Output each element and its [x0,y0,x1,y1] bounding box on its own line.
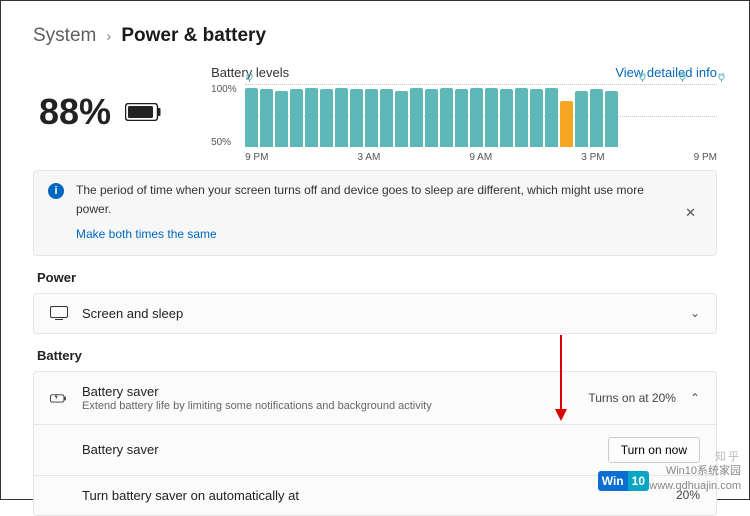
row-title: Battery saver [82,384,574,399]
chart-bar [590,89,603,147]
chart-bar [380,89,393,147]
chart-x-axis: 9 PM3 AM9 AM3 PM9 PM [245,148,717,163]
battery-icon [125,103,161,121]
chart-bar [500,89,513,147]
chart-bar [575,91,588,147]
chart-bar [395,91,408,147]
battery-saver-auto-row: Turn battery saver on automatically at 2… [34,475,716,515]
close-icon[interactable]: ✕ [679,203,702,223]
plug-icon [638,73,647,82]
chart-bar [410,88,423,147]
chart-bar [260,89,273,147]
chart-bar [605,91,618,147]
battery-saver-header-row[interactable]: Battery saver Extend battery life by lim… [34,372,716,424]
make-same-link[interactable]: Make both times the same [76,225,667,244]
breadcrumb: System › Power & battery [33,25,717,47]
battery-chart: Battery levels View detailed info 100% 5… [211,65,717,156]
battery-percent-block: 88% [33,65,161,133]
row-label: Battery saver [82,442,594,457]
row-label: Screen and sleep [82,306,676,321]
chart-bar [425,89,438,147]
chart-bar [275,91,288,147]
chart-bar [440,88,453,147]
view-detailed-link[interactable]: View detailed info [615,65,717,80]
chart-bar [305,88,318,147]
row-subtitle: Extend battery life by limiting some not… [82,400,574,412]
battery-saver-icon [50,392,68,404]
battery-section-heading: Battery [37,348,717,363]
battery-saver-card: Battery saver Extend battery life by lim… [33,371,717,516]
chart-bar [470,88,483,147]
plug-icon [678,73,687,82]
info-icon: i [48,183,64,199]
plug-icon [245,73,254,82]
chevron-right-icon: › [106,28,111,45]
status-badge: Turns on at 20% [588,391,676,405]
chart-bar [365,89,378,147]
row-label: Turn battery saver on automatically at [82,488,662,503]
turn-on-now-button[interactable]: Turn on now [608,437,700,463]
chart-bar [530,89,543,147]
chart-bar [545,88,558,147]
chart-bars [245,84,717,148]
chevron-down-icon: ⌄ [690,306,700,320]
chart-bar [335,88,348,147]
breadcrumb-system[interactable]: System [33,25,96,47]
chart-bar [320,89,333,147]
chart-bar [485,88,498,147]
power-tip-banner: i The period of time when your screen tu… [33,170,717,256]
screen-icon [50,306,68,320]
chart-y-axis: 100% 50% [211,84,237,148]
chart-bar [515,88,528,147]
chart-bar [560,101,573,147]
banner-text: The period of time when your screen turn… [76,183,644,216]
battery-percent: 88% [39,91,111,133]
chart-bar [245,88,258,147]
plug-icon [717,73,726,82]
screen-sleep-row[interactable]: Screen and sleep ⌄ [33,293,717,334]
chevron-up-icon: ⌃ [690,391,700,405]
page-title: Power & battery [121,25,266,47]
battery-saver-toggle-row: Battery saver Turn on now [34,424,716,475]
chart-bar [455,89,468,147]
chart-bar [350,89,363,147]
power-section-heading: Power [37,270,717,285]
chart-bar [290,89,303,147]
